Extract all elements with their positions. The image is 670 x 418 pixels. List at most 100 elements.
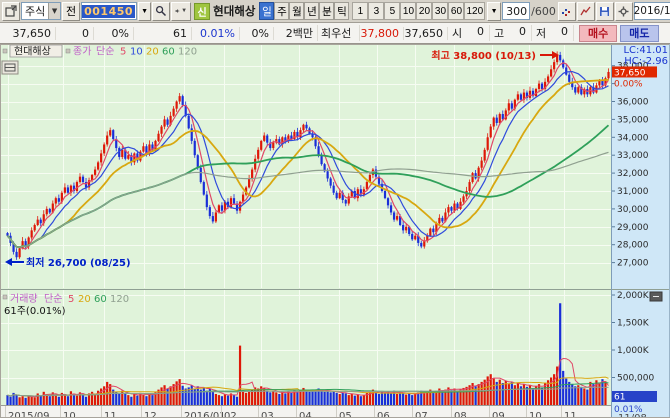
trade-value: 2백만 bbox=[274, 25, 318, 41]
interval-10-button[interactable]: 10 bbox=[400, 2, 416, 20]
stock-name-label: 현대해상 bbox=[213, 3, 255, 19]
svg-text:31,000: 31,000 bbox=[617, 187, 649, 197]
svg-text:35,000: 35,000 bbox=[617, 115, 649, 125]
stock-code-value: 001450 bbox=[82, 5, 135, 18]
svg-text:단순: 단순 bbox=[96, 46, 114, 58]
svg-text:07: 07 bbox=[415, 411, 428, 418]
svg-text:32,000: 32,000 bbox=[617, 169, 649, 179]
gear-icon bbox=[618, 6, 629, 17]
chart-date-input[interactable]: 2016/11/08 bbox=[634, 2, 670, 20]
svg-text:28,000: 28,000 bbox=[617, 241, 649, 251]
trendline-icon bbox=[580, 6, 591, 17]
svg-text:11: 11 bbox=[564, 411, 577, 418]
svg-text:5: 5 bbox=[68, 294, 74, 305]
chevron-down-icon: ▼ bbox=[48, 3, 60, 19]
svg-text:33,000: 33,000 bbox=[617, 151, 649, 161]
floppy-disk-icon bbox=[599, 6, 610, 17]
svg-text:27,000: 27,000 bbox=[617, 259, 649, 269]
chart-toolbar: 주식 ▼ 전 001450 ▼ ▼ 신 현대해상 일 주 월 년 분 틱 1 3… bbox=[0, 0, 670, 23]
chart-tool-button[interactable] bbox=[2, 61, 18, 74]
svg-text:2015/09: 2015/09 bbox=[8, 411, 50, 418]
tab-tick[interactable]: 틱 bbox=[334, 2, 349, 20]
svg-text:종가: 종가 bbox=[73, 46, 91, 58]
svg-text:02: 02 bbox=[224, 411, 237, 418]
sound-button[interactable]: ▼ bbox=[171, 2, 191, 21]
svg-text:06: 06 bbox=[377, 411, 390, 418]
bar-count-input[interactable]: 300 bbox=[502, 2, 530, 20]
interval-3-button[interactable]: 3 bbox=[368, 2, 384, 20]
svg-text:10: 10 bbox=[63, 411, 76, 418]
svg-text:60: 60 bbox=[94, 294, 107, 305]
svg-text:03: 03 bbox=[261, 411, 274, 418]
price-change-pct: 0% bbox=[94, 27, 134, 40]
svg-text:11: 11 bbox=[104, 411, 117, 418]
asset-type-select[interactable]: 주식 ▼ bbox=[21, 2, 61, 20]
svg-text:최고 38,800 (10/13): 최고 38,800 (10/13) bbox=[431, 49, 536, 62]
interval-1-button[interactable]: 1 bbox=[352, 2, 368, 20]
price-legend: 현대해상종가단순5102060120 bbox=[3, 45, 197, 58]
svg-text:04: 04 bbox=[299, 411, 312, 418]
svg-text:34,000: 34,000 bbox=[617, 133, 649, 143]
search-button[interactable] bbox=[152, 2, 170, 21]
stock-code-input[interactable]: 001450 bbox=[81, 2, 137, 20]
volume-value: 61 bbox=[134, 27, 192, 40]
low-value: 0 bbox=[561, 25, 568, 41]
svg-text:09: 09 bbox=[492, 411, 505, 418]
new-stock-badge: 신 bbox=[194, 3, 210, 20]
best-ask-price: 37,800 bbox=[360, 27, 404, 40]
interval-5-button[interactable]: 5 bbox=[384, 2, 400, 20]
svg-text:61: 61 bbox=[614, 393, 625, 403]
trendline-tool-button[interactable] bbox=[577, 2, 595, 21]
tab-weekly[interactable]: 주 bbox=[274, 2, 289, 20]
svg-text:현대해상: 현대해상 bbox=[14, 45, 51, 58]
sell-button[interactable]: 매도 bbox=[620, 25, 658, 42]
high-label: 고 bbox=[494, 25, 504, 41]
popup-window-button[interactable] bbox=[2, 2, 20, 21]
svg-text:1,000K: 1,000K bbox=[617, 346, 650, 356]
bar-count-value: 300 bbox=[506, 5, 527, 18]
save-button[interactable] bbox=[596, 2, 614, 21]
stock-chart[interactable]: 38,00036,00035,00034,00033,00032,00031,0… bbox=[0, 44, 670, 418]
compare-button[interactable] bbox=[558, 2, 576, 21]
high-value: 0 bbox=[519, 25, 526, 41]
svg-text:120: 120 bbox=[178, 47, 197, 58]
tab-yearly[interactable]: 년 bbox=[304, 2, 319, 20]
price-change: 0 bbox=[56, 27, 94, 40]
svg-text:61주(0.01%): 61주(0.01%) bbox=[4, 306, 66, 317]
open-price-cell: 시 0 bbox=[448, 25, 490, 41]
tab-daily[interactable]: 일 bbox=[259, 2, 274, 20]
settings-button[interactable] bbox=[615, 2, 633, 21]
svg-text:500,000: 500,000 bbox=[617, 374, 654, 384]
tab-monthly[interactable]: 월 bbox=[289, 2, 304, 20]
svg-text:LC:41.01: LC:41.01 bbox=[623, 45, 668, 56]
code-dropdown-button[interactable]: ▼ bbox=[138, 2, 151, 21]
volume-collapse-button[interactable] bbox=[650, 292, 662, 301]
interval-60-button[interactable]: 60 bbox=[448, 2, 464, 20]
svg-text:단순: 단순 bbox=[44, 293, 62, 305]
buy-button[interactable]: 매수 bbox=[579, 25, 617, 42]
quote-bar: 37,650 0 0% 61 0.01% 0% 2백만 최우선 37,800 3… bbox=[0, 23, 670, 44]
interval-dropdown-button[interactable]: ▼ bbox=[487, 2, 501, 21]
interval-20-button[interactable]: 20 bbox=[416, 2, 432, 20]
strength-pct: 0% bbox=[240, 27, 274, 40]
change-range-labels: LC:41.01HC:-2.96 bbox=[623, 45, 668, 67]
svg-text:36,000: 36,000 bbox=[617, 98, 649, 108]
svg-text:30,000: 30,000 bbox=[617, 205, 649, 215]
tab-minute[interactable]: 분 bbox=[319, 2, 334, 20]
prev-stock-button[interactable]: 전 bbox=[62, 2, 80, 21]
interval-120-button[interactable]: 120 bbox=[464, 2, 485, 20]
svg-text:HC:-2.96: HC:-2.96 bbox=[624, 56, 668, 67]
svg-text:5: 5 bbox=[120, 47, 126, 58]
low-price-cell: 저 0 bbox=[532, 25, 574, 41]
best-bid-price: 37,650 bbox=[404, 27, 448, 40]
svg-text:거래량: 거래량 bbox=[10, 293, 38, 305]
current-price: 37,650 bbox=[0, 27, 56, 40]
best-quote-label: 최우선 bbox=[318, 25, 360, 41]
search-icon bbox=[155, 5, 167, 17]
dots-chart-icon bbox=[561, 6, 572, 17]
chart-background bbox=[0, 44, 670, 418]
high-price-cell: 고 0 bbox=[490, 25, 532, 41]
svg-text:29,000: 29,000 bbox=[617, 223, 649, 233]
svg-text:05: 05 bbox=[339, 411, 352, 418]
interval-30-button[interactable]: 30 bbox=[432, 2, 448, 20]
